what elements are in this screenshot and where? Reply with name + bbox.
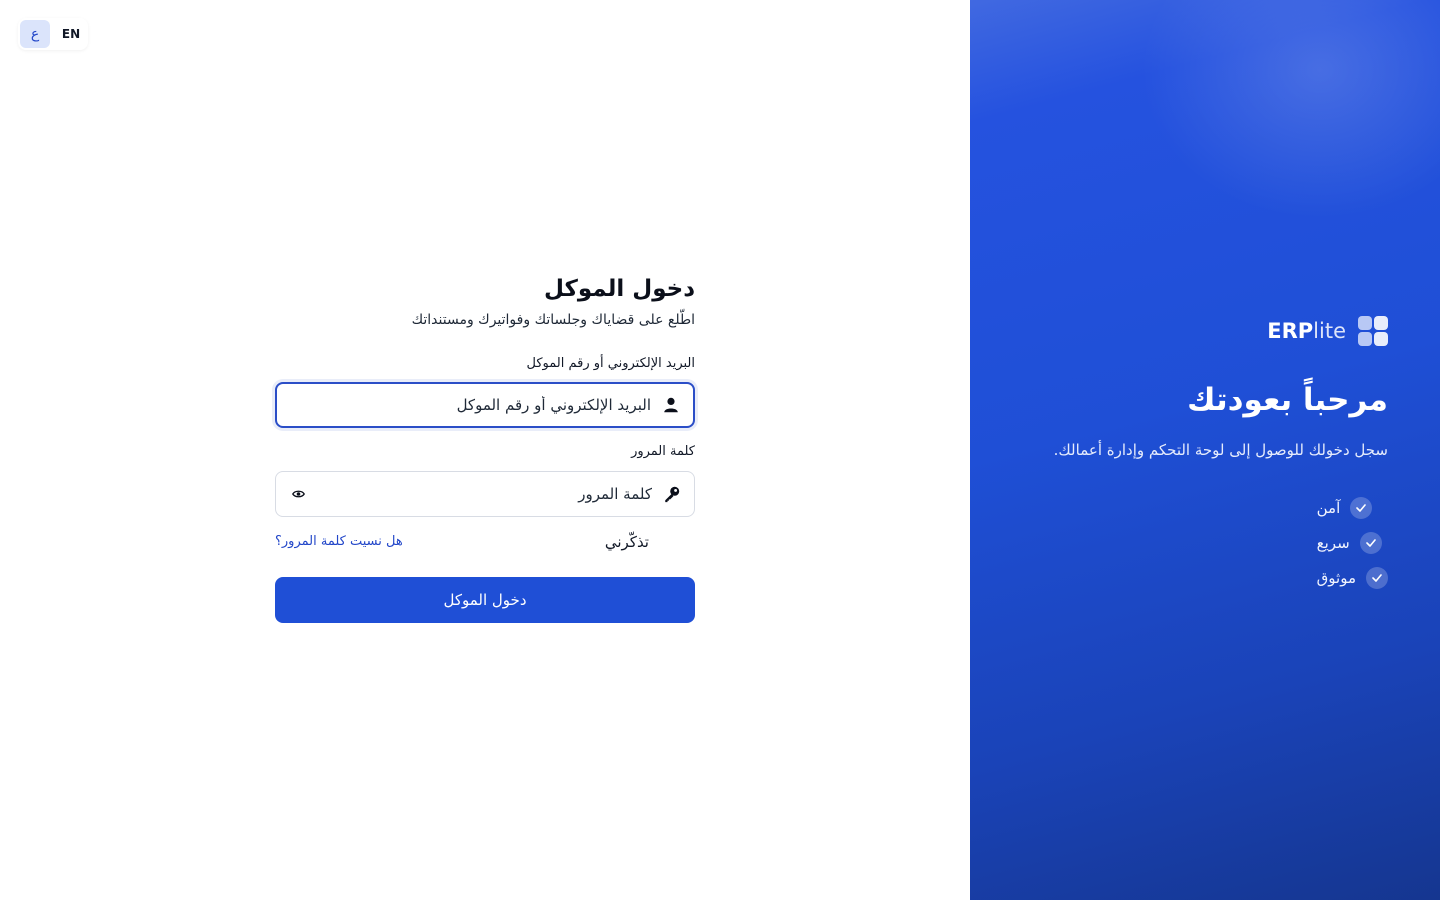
check-icon — [1359, 531, 1382, 554]
key-icon — [665, 486, 680, 503]
feature-item: موثوق — [1317, 560, 1388, 595]
grid-logo-icon — [1358, 316, 1388, 346]
check-icon — [1366, 566, 1388, 589]
forgot-password-link[interactable]: هل نسيت كلمة المرور؟ — [275, 534, 403, 549]
password-input[interactable] — [276, 472, 694, 516]
feature-label: آمن — [1316, 498, 1341, 517]
feature-item: سريع — [1317, 525, 1388, 560]
welcome-subtitle: سجل دخولك للوصول إلى لوحة التحكم وإدارة … — [1053, 441, 1388, 459]
email-input[interactable] — [277, 384, 693, 426]
language-arabic-button[interactable]: ع — [20, 20, 50, 48]
feature-label: سريع — [1316, 533, 1350, 552]
page-title: دخول الموكل — [543, 276, 695, 302]
user-icon — [664, 397, 678, 413]
welcome-panel: ERPlite مرحباً بعودتك سجل دخولك للوصول إ… — [970, 0, 1440, 900]
feature-label: موثوق — [1316, 568, 1356, 587]
email-label: البريد الإلكتروني أو رقم الموكل — [526, 356, 695, 371]
feature-item: آمن — [1317, 490, 1388, 525]
page-subtitle: اطّلع على قضاياك وجلساتك وفواتيرك ومستند… — [411, 312, 695, 328]
password-label: كلمة المرور — [631, 444, 695, 459]
brand: ERPlite — [1267, 316, 1388, 346]
welcome-title: مرحباً بعودتك — [1187, 382, 1388, 418]
remember-me-label: تذكّرني — [604, 533, 649, 551]
remember-me-checkbox[interactable]: تذكّرني — [605, 533, 673, 551]
client-login-button[interactable]: دخول الموكل — [275, 577, 695, 623]
brand-name: ERPlite — [1267, 318, 1346, 343]
language-english-button[interactable]: EN — [56, 20, 86, 48]
password-field-wrapper — [275, 471, 695, 517]
feature-list: آمن سريع موثوق — [1317, 490, 1388, 595]
remember-me-box[interactable] — [657, 534, 673, 550]
check-icon — [1350, 496, 1373, 519]
email-field-wrapper — [275, 382, 695, 428]
eye-icon — [291, 490, 305, 498]
password-visibility-toggle[interactable] — [290, 486, 306, 502]
language-switcher: ع EN — [18, 18, 88, 50]
